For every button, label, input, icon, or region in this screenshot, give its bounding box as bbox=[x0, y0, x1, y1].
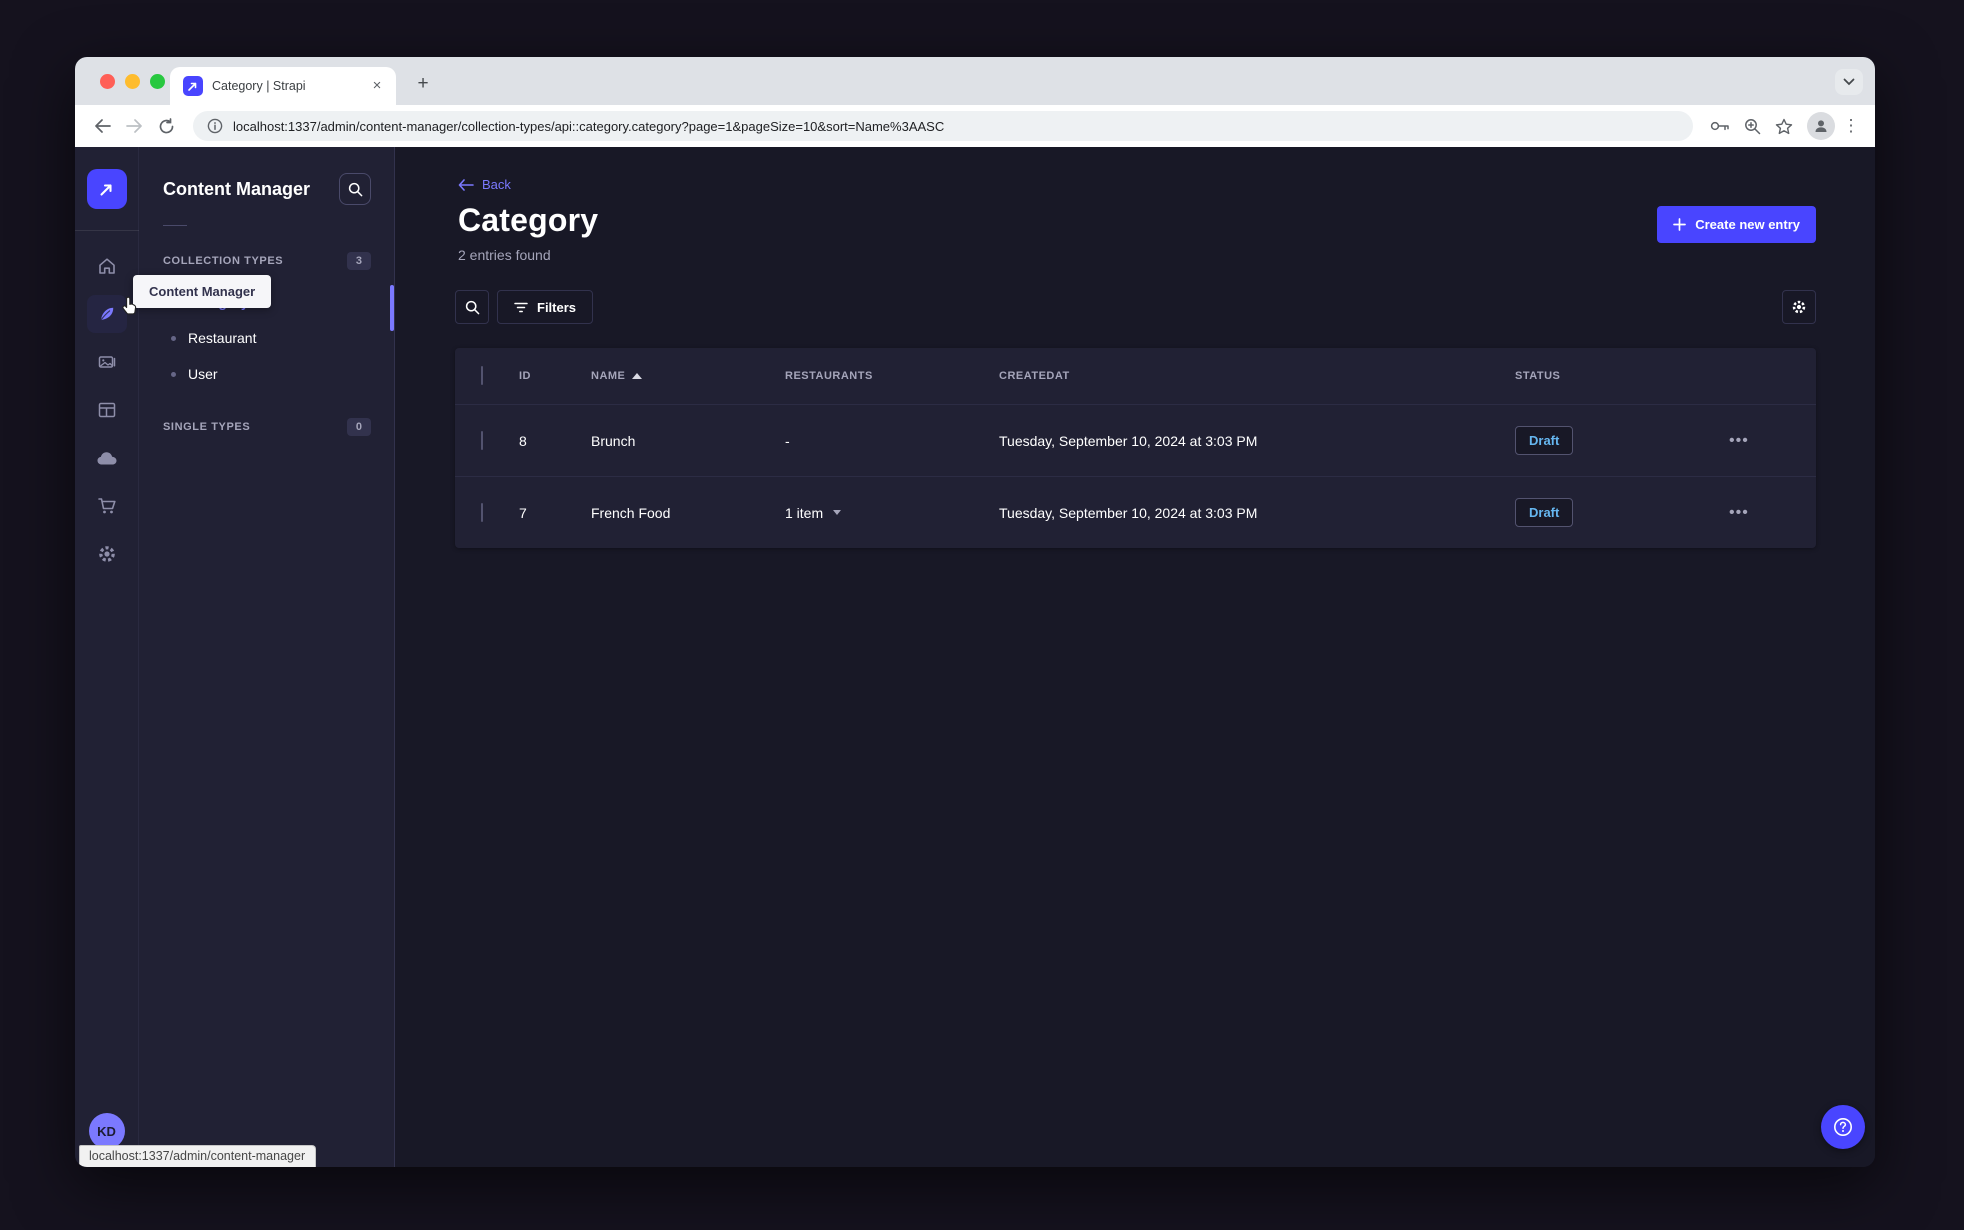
user-avatar[interactable]: KD bbox=[88, 1113, 125, 1149]
tab-search-chevron-icon[interactable] bbox=[1835, 69, 1863, 95]
password-key-icon[interactable] bbox=[1707, 113, 1733, 139]
row-checkbox[interactable] bbox=[481, 502, 483, 522]
sidebar-item-media-library[interactable] bbox=[87, 343, 127, 381]
strapi-logo[interactable] bbox=[86, 169, 127, 209]
column-header-id[interactable]: ID bbox=[519, 370, 591, 382]
single-types-count-badge: 0 bbox=[346, 418, 371, 436]
cell-name: French Food bbox=[591, 504, 671, 521]
subnav-item-label: User bbox=[188, 366, 218, 382]
filters-label: Filters bbox=[537, 299, 577, 315]
strapi-favicon-icon bbox=[183, 76, 203, 96]
table-search-button[interactable] bbox=[455, 290, 489, 324]
zoom-window-button[interactable] bbox=[150, 74, 165, 89]
site-info-icon[interactable] bbox=[207, 118, 223, 134]
sidebar-item-settings[interactable] bbox=[87, 535, 127, 573]
help-button[interactable] bbox=[1821, 1105, 1865, 1149]
sidebar-item-content-manager[interactable] bbox=[86, 295, 127, 333]
column-header-createdat[interactable]: CREATEDAT bbox=[999, 370, 1515, 382]
traffic-lights bbox=[100, 74, 165, 89]
subnav-item-restaurant[interactable]: Restaurant bbox=[139, 320, 394, 356]
entries-table: ID NAME RESTAURANTS CREATEDAT STATUS 8 B… bbox=[455, 348, 1816, 548]
status-badge: Draft bbox=[1515, 498, 1574, 527]
table-row[interactable]: 7 French Food 1 item Tuesday, September … bbox=[455, 476, 1816, 548]
page-title: Category bbox=[458, 202, 599, 238]
close-window-button[interactable] bbox=[100, 74, 115, 89]
browser-tab[interactable]: Category | Strapi × bbox=[170, 67, 396, 105]
collection-types-label: COLLECTION TYPES bbox=[163, 255, 284, 267]
browser-tab-strip: Category | Strapi × + bbox=[75, 57, 1875, 105]
tab-title: Category | Strapi bbox=[212, 79, 306, 93]
cell-createdat: Tuesday, September 10, 2024 at 3:03 PM bbox=[999, 504, 1258, 521]
status-badge: Draft bbox=[1515, 426, 1574, 455]
create-new-entry-button[interactable]: Create new entry bbox=[1657, 206, 1816, 243]
cell-restaurants: - bbox=[785, 432, 790, 449]
forward-nav-icon[interactable] bbox=[121, 113, 147, 139]
cell-restaurants-label: 1 item bbox=[785, 504, 824, 521]
filter-icon bbox=[514, 302, 528, 312]
column-header-status[interactable]: STATUS bbox=[1515, 370, 1715, 382]
cell-id: 7 bbox=[519, 504, 527, 521]
create-new-entry-label: Create new entry bbox=[1695, 217, 1800, 232]
cell-id: 8 bbox=[519, 432, 527, 449]
new-tab-button[interactable]: + bbox=[410, 71, 436, 97]
row-actions-menu[interactable]: ••• bbox=[1729, 432, 1749, 450]
subnav-item-user[interactable]: User bbox=[139, 356, 394, 392]
browser-window: Category | Strapi × + localhost:1337/adm… bbox=[75, 57, 1875, 1167]
subnav-item-label: Restaurant bbox=[188, 330, 257, 346]
single-types-label: SINGLE TYPES bbox=[163, 421, 251, 433]
main-content: Back Category 2 entries found Create new… bbox=[395, 147, 1875, 1167]
search-icon bbox=[465, 300, 479, 314]
back-nav-icon[interactable] bbox=[89, 113, 115, 139]
strapi-app: KD Content Manager COLLECTION TYPES 3 Re… bbox=[75, 147, 1875, 1167]
column-header-name[interactable]: NAME bbox=[591, 370, 785, 382]
sidebar-item-marketplace[interactable] bbox=[87, 487, 127, 525]
sidebar-item-content-type-builder[interactable] bbox=[87, 391, 127, 429]
minimize-window-button[interactable] bbox=[125, 74, 140, 89]
plus-icon bbox=[1673, 218, 1687, 231]
content-manager-tooltip: Content Manager bbox=[133, 275, 272, 308]
tab-close-icon[interactable]: × bbox=[368, 77, 386, 95]
subnav-title: Content Manager bbox=[163, 178, 311, 199]
view-settings-button[interactable] bbox=[1782, 290, 1816, 324]
subnav-search-button[interactable] bbox=[339, 173, 371, 205]
entries-count: 2 entries found bbox=[458, 247, 551, 263]
table-row[interactable]: 8 Brunch - Tuesday, September 10, 2024 a… bbox=[455, 404, 1816, 476]
sort-ascending-icon bbox=[632, 373, 643, 379]
browser-menu-kebab-icon[interactable]: ⋮ bbox=[1841, 116, 1861, 136]
sidebar-item-home[interactable] bbox=[87, 247, 127, 285]
row-checkbox[interactable] bbox=[481, 430, 483, 450]
url-bar[interactable]: localhost:1337/admin/content-manager/col… bbox=[193, 111, 1693, 141]
subnav-divider bbox=[163, 225, 187, 226]
collection-types-count-badge: 3 bbox=[346, 252, 371, 270]
browser-profile-avatar[interactable] bbox=[1807, 112, 1835, 140]
table-header-row: ID NAME RESTAURANTS CREATEDAT STATUS bbox=[455, 348, 1816, 404]
url-text: localhost:1337/admin/content-manager/col… bbox=[233, 118, 945, 134]
chevron-down-icon bbox=[833, 510, 842, 515]
row-actions-menu[interactable]: ••• bbox=[1729, 504, 1749, 522]
gear-icon bbox=[1792, 300, 1806, 314]
back-label: Back bbox=[482, 177, 511, 192]
back-link[interactable]: Back bbox=[458, 177, 1875, 192]
select-all-checkbox[interactable] bbox=[481, 366, 483, 385]
bullet-icon bbox=[171, 335, 176, 341]
mouse-cursor-hand-icon bbox=[122, 296, 141, 317]
browser-status-bar: localhost:1337/admin/content-manager bbox=[79, 1145, 317, 1167]
cell-restaurants[interactable]: 1 item bbox=[785, 505, 999, 521]
cell-name: Brunch bbox=[591, 432, 636, 449]
filters-button[interactable]: Filters bbox=[497, 290, 594, 324]
column-header-restaurants[interactable]: RESTAURANTS bbox=[785, 370, 999, 382]
bullet-icon bbox=[171, 371, 176, 377]
sidebar-item-cloud[interactable] bbox=[87, 439, 127, 477]
browser-toolbar: localhost:1337/admin/content-manager/col… bbox=[75, 105, 1875, 147]
zoom-page-icon[interactable] bbox=[1739, 113, 1765, 139]
bookmark-star-icon[interactable] bbox=[1771, 113, 1797, 139]
question-mark-icon bbox=[1834, 1118, 1852, 1136]
reload-icon[interactable] bbox=[153, 113, 179, 139]
arrow-left-icon bbox=[458, 178, 474, 191]
active-item-indicator bbox=[390, 285, 394, 331]
rail-divider bbox=[75, 230, 139, 231]
cell-createdat: Tuesday, September 10, 2024 at 3:03 PM bbox=[999, 432, 1258, 449]
